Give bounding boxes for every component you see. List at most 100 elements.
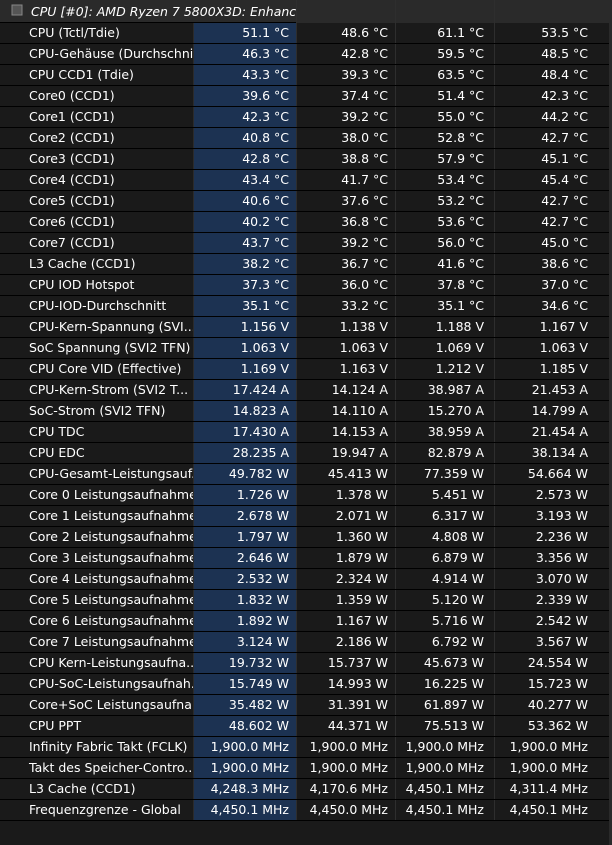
sensor-row[interactable]: CPU-Gehäuse (Durchschni... 46.3 °C 42.8 °C… [0, 44, 612, 65]
sensor-min-value: 14.993 W [296, 674, 395, 694]
sensor-row[interactable]: Frequenzgrenze - Global 4,450.1 MHz 4,450.… [0, 800, 612, 821]
sensor-name: L3 Cache (CCD1) [0, 779, 193, 799]
sensor-row[interactable]: CPU TDC 17.430 A 14.153 A 38.959 A 21.454 A [0, 422, 612, 443]
sensor-row[interactable]: Core 6 Leistungsaufnahme 1.892 W 1.167 W 5.… [0, 611, 612, 632]
sensor-avg-value: 3.070 W [494, 569, 612, 589]
sensor-row[interactable]: Core+SoC Leistungsaufna... 35.482 W 31.391… [0, 695, 612, 716]
sensor-row[interactable]: Infinity Fabric Takt (FCLK) 1,900.0 MHz 1,… [0, 737, 612, 758]
sensor-current-value: 19.732 W [193, 653, 296, 673]
sensor-avg-value: 2.339 W [494, 590, 612, 610]
sensor-current-value: 17.430 A [193, 422, 296, 442]
sensor-row[interactable]: Core 7 Leistungsaufnahme 3.124 W 2.186 W 6.… [0, 632, 612, 653]
sensor-min-value: 1,900.0 MHz [296, 737, 395, 757]
sensor-current-value: 35.482 W [193, 695, 296, 715]
sensor-row[interactable]: Core 0 Leistungsaufnahme 1.726 W 1.378 W 5.… [0, 485, 612, 506]
sensor-avg-value: 2.542 W [494, 611, 612, 631]
sensor-avg-value: 2.573 W [494, 485, 612, 505]
sensor-name: Frequenzgrenze - Global [0, 800, 193, 820]
sensor-max-value: 1.069 V [395, 338, 494, 358]
sensor-name: CPU IOD Hotspot [0, 275, 193, 295]
sensor-row[interactable]: CPU CCD1 (Tdie) 43.3 °C 39.3 °C 63.5 °C 48.4… [0, 65, 612, 86]
sensor-row[interactable]: Core6 (CCD1) 40.2 °C 36.8 °C 53.6 °C 42.7 °C [0, 212, 612, 233]
sensor-avg-value: 53.362 W [494, 716, 612, 736]
sensor-row[interactable]: Core0 (CCD1) 39.6 °C 37.4 °C 51.4 °C 42.3 °C [0, 86, 612, 107]
sensor-name: Core2 (CCD1) [0, 128, 193, 148]
sensor-min-value: 2.324 W [296, 569, 395, 589]
sensor-max-value: 38.987 A [395, 380, 494, 400]
sensor-row[interactable]: Core 1 Leistungsaufnahme 2.678 W 2.071 W 6.… [0, 506, 612, 527]
sensor-max-value: 59.5 °C [395, 44, 494, 64]
sensor-row[interactable]: Core4 (CCD1) 43.4 °C 41.7 °C 53.4 °C 45.4 °C [0, 170, 612, 191]
sensor-row[interactable]: CPU EDC 28.235 A 19.947 A 82.879 A 38.134 A [0, 443, 612, 464]
sensor-row[interactable]: CPU-Kern-Strom (SVI2 T... 17.424 A 14.124 … [0, 380, 612, 401]
sensor-row[interactable]: Core2 (CCD1) 40.8 °C 38.0 °C 52.8 °C 42.7 °C [0, 128, 612, 149]
sensor-max-value: 52.8 °C [395, 128, 494, 148]
sensor-name: CPU-Kern-Spannung (SVI... [0, 317, 193, 337]
sensor-row[interactable]: CPU Kern-Leistungsaufna... 19.732 W 15.737… [0, 653, 612, 674]
sensor-row[interactable]: CPU-Kern-Spannung (SVI... 1.156 V 1.138 V1… [0, 317, 612, 338]
sensor-max-value: 61.897 W [395, 695, 494, 715]
sensor-row[interactable]: CPU-IOD-Durchschnitt 35.1 °C 33.2 °C 35.1 °… [0, 296, 612, 317]
sensor-row[interactable]: CPU PPT 48.602 W 44.371 W 75.513 W 53.362 W [0, 716, 612, 737]
sensor-current-value: 2.532 W [193, 569, 296, 589]
sensor-avg-value: 34.6 °C [494, 296, 612, 316]
sensor-max-value: 1,900.0 MHz [395, 758, 494, 778]
group-header-row[interactable]: CPU [#0]: AMD Ryzen 7 5800X3D: Enhanced [0, 0, 612, 23]
sensor-row[interactable]: L3 Cache (CCD1) 38.2 °C 36.7 °C 41.6 °C 38.6… [0, 254, 612, 275]
sensor-row[interactable]: Core1 (CCD1) 42.3 °C 39.2 °C 55.0 °C 44.2 °C [0, 107, 612, 128]
sensor-max-value: 38.959 A [395, 422, 494, 442]
sensor-row[interactable]: Takt des Speicher-Contro... 1,900.0 MHz 1,… [0, 758, 612, 779]
sensor-row[interactable]: CPU-Gesamt-Leistungsauf... 49.782 W 45.413… [0, 464, 612, 485]
sensor-name: Core1 (CCD1) [0, 107, 193, 127]
sensor-row[interactable]: Core5 (CCD1) 40.6 °C 37.6 °C 53.2 °C 42.7 °C [0, 191, 612, 212]
sensor-avg-value: 15.723 W [494, 674, 612, 694]
sensor-row[interactable]: SoC Spannung (SVI2 TFN) 1.063 V 1.063 V 1.0… [0, 338, 612, 359]
sensor-min-value: 1.360 W [296, 527, 395, 547]
sensor-current-value: 49.782 W [193, 464, 296, 484]
sensor-row[interactable]: Core3 (CCD1) 42.8 °C 38.8 °C 57.9 °C 45.1 °C [0, 149, 612, 170]
sensor-row[interactable]: Core 3 Leistungsaufnahme 2.646 W 1.879 W 6.… [0, 548, 612, 569]
sensor-name: CPU-Gesamt-Leistungsauf... [0, 464, 193, 484]
sensor-min-value: 36.7 °C [296, 254, 395, 274]
sensor-row[interactable]: L3 Cache (CCD1) 4,248.3 MHz 4,170.6 MHz 4,4… [0, 779, 612, 800]
sensor-row[interactable]: Core 4 Leistungsaufnahme 2.532 W 2.324 W 4.… [0, 569, 612, 590]
sensor-max-value: 35.1 °C [395, 296, 494, 316]
sensor-min-value: 45.413 W [296, 464, 395, 484]
sensor-max-value: 55.0 °C [395, 107, 494, 127]
sensor-min-value: 1.879 W [296, 548, 395, 568]
sensor-max-value: 51.4 °C [395, 86, 494, 106]
sensor-max-value: 37.8 °C [395, 275, 494, 295]
sensor-avg-value: 2.236 W [494, 527, 612, 547]
sensor-current-value: 35.1 °C [193, 296, 296, 316]
sensor-avg-value: 38.134 A [494, 443, 612, 463]
sensor-current-value: 1.892 W [193, 611, 296, 631]
sensor-name: Core6 (CCD1) [0, 212, 193, 232]
sensor-row[interactable]: SoC-Strom (SVI2 TFN) 14.823 A 14.110 A 15.2… [0, 401, 612, 422]
sensor-name: Takt des Speicher-Contro... [0, 758, 193, 778]
sensor-row[interactable]: Core 2 Leistungsaufnahme 1.797 W 1.360 W 4.… [0, 527, 612, 548]
sensor-current-value: 1,900.0 MHz [193, 737, 296, 757]
sensor-name: Core+SoC Leistungsaufna... [0, 695, 193, 715]
sensor-avg-value: 37.0 °C [494, 275, 612, 295]
sensor-row[interactable]: CPU-SoC-Leistungsaufnah... 15.749 W 14.993… [0, 674, 612, 695]
sensor-current-value: 1.832 W [193, 590, 296, 610]
sensor-avg-value: 42.3 °C [494, 86, 612, 106]
sensor-avg-value: 44.2 °C [494, 107, 612, 127]
sensor-row[interactable]: Core7 (CCD1) 43.7 °C 39.2 °C 56.0 °C 45.0 °C [0, 233, 612, 254]
sensor-min-value: 38.8 °C [296, 149, 395, 169]
sensor-row[interactable]: CPU IOD Hotspot 37.3 °C 36.0 °C 37.8 °C 37.0… [0, 275, 612, 296]
sensor-row[interactable]: CPU (Tctl/Tdie) 51.1 °C 48.6 °C 61.1 °C 53.5… [0, 23, 612, 44]
sensor-avg-value: 3.356 W [494, 548, 612, 568]
sensor-name: CPU Kern-Leistungsaufna... [0, 653, 193, 673]
sensor-current-value: 46.3 °C [193, 44, 296, 64]
sensor-avg-value: 1.185 V [494, 359, 612, 379]
sensor-current-value: 1,900.0 MHz [193, 758, 296, 778]
sensor-max-value: 77.359 W [395, 464, 494, 484]
sensor-name: CPU-SoC-Leistungsaufnah... [0, 674, 193, 694]
sensor-row[interactable]: Core 5 Leistungsaufnahme 1.832 W 1.359 W 5.… [0, 590, 612, 611]
sensor-name: CPU-IOD-Durchschnitt [0, 296, 193, 316]
sensor-max-value: 4,450.1 MHz [395, 779, 494, 799]
sensor-avg-value: 4,311.4 MHz [494, 779, 612, 799]
sensor-row[interactable]: CPU Core VID (Effective) 1.169 V 1.163 V 1.… [0, 359, 612, 380]
sensor-name: Core 7 Leistungsaufnahme [0, 632, 193, 652]
